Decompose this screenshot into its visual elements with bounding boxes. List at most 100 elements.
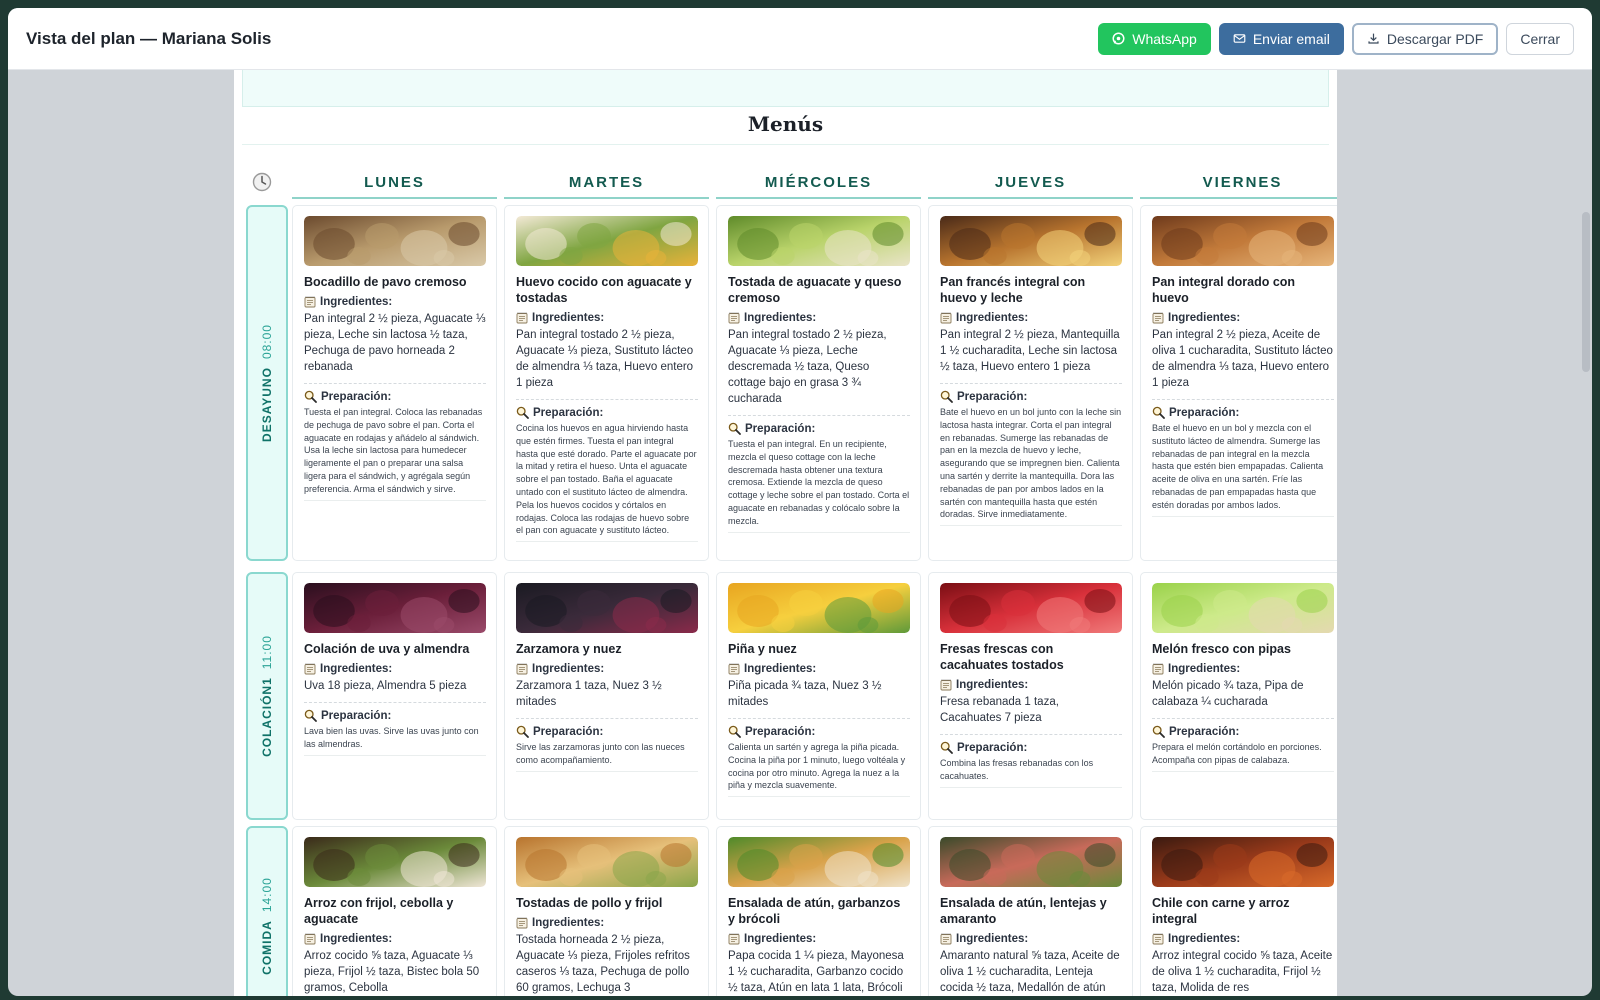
close-button[interactable]: Cerrar — [1506, 22, 1574, 55]
ingredients-text: Pan integral tostado 2 ½ pieza, Aguacate… — [516, 327, 698, 400]
download-icon — [1368, 33, 1379, 44]
ingredients-heading: Ingredientes: — [516, 312, 698, 324]
magnifier-icon — [728, 422, 741, 435]
preparation-label: Preparación: — [745, 725, 816, 738]
recipe-title: Arroz con frijol, cebolla y aguacate — [304, 896, 454, 926]
ingredients-text: Piña picada ¾ taza, Nuez 3 ½ mitades — [728, 678, 910, 719]
menu-cell: Tostada de aguacate y queso cremoso Ingre… — [716, 205, 921, 561]
ingredients-text: Fresa rebanada 1 taza, Cacahuates 7 piez… — [940, 694, 1122, 735]
ingredients-text: Arroz integral cocido ⅝ taza, Aceite de … — [1152, 948, 1334, 996]
menu-cell: Zarzamora y nuez Ingredientes: Zarzamora 1… — [504, 572, 709, 820]
previous-section-strip — [242, 70, 1329, 107]
menus-title: Menús — [747, 112, 824, 136]
meal-label-text: DESAYUNO 08:00 — [260, 324, 274, 442]
recipe-card: Tostada de aguacate y queso cremoso Ingre… — [728, 216, 910, 533]
recipe-photo — [728, 216, 910, 266]
top-bar: Vista del plan — Mariana Solis WhatsApp … — [8, 8, 1592, 70]
recipe-photo — [940, 583, 1122, 633]
whatsapp-label: WhatsApp — [1132, 30, 1197, 47]
magnifier-icon — [728, 725, 741, 738]
ingredients-label: Ingredientes: — [744, 933, 817, 945]
preparation-text: Tuesta el pan integral. En un recipiente… — [728, 438, 910, 533]
page-title: Vista del plan — Mariana Solis — [26, 28, 272, 48]
preparation-text: Tuesta el pan integral. Coloca las reban… — [304, 406, 486, 501]
preparation-text: Prepara el melón cortándolo en porciones… — [1152, 741, 1334, 772]
notepad-icon — [1152, 663, 1164, 675]
notepad-icon — [516, 917, 528, 929]
ingredients-heading: Ingredientes: — [1152, 663, 1334, 675]
notepad-icon — [516, 312, 528, 324]
ingredients-label: Ingredientes: — [956, 933, 1029, 945]
magnifier-icon — [304, 709, 317, 722]
preparation-label: Preparación: — [957, 390, 1028, 403]
whatsapp-icon — [1112, 32, 1125, 45]
title-divider — [242, 144, 1329, 145]
ingredients-text: Pan integral 2 ½ pieza, Aceite de oliva … — [1152, 327, 1334, 400]
download-pdf-button[interactable]: Descargar PDF — [1351, 22, 1499, 55]
ingredients-heading: Ingredientes: — [1152, 312, 1334, 324]
meal-name: COMIDA — [260, 920, 275, 975]
meal-time: 08:00 — [260, 324, 275, 360]
recipe-card: Colación de uva y almendra Ingredientes: U… — [304, 583, 486, 756]
recipe-title: Ensalada de atún, garbanzos y brócoli — [728, 896, 901, 926]
recipe-title: Tostada de aguacate y queso cremoso — [728, 275, 902, 305]
recipe-card: Tostadas de pollo y frijol Ingredientes: T… — [516, 837, 698, 996]
ingredients-label: Ingredientes: — [1168, 312, 1241, 324]
recipe-title: Colación de uva y almendra — [304, 642, 470, 656]
notepad-icon — [516, 663, 528, 675]
recipe-photo — [1152, 583, 1334, 633]
meal-name: COLACIÓN1 — [260, 677, 274, 757]
recipe-photo — [516, 216, 698, 266]
ingredients-heading: Ingredientes: — [304, 296, 486, 308]
meal-time: 11:00 — [260, 635, 274, 670]
notepad-icon — [728, 933, 740, 945]
recipe-photo — [728, 837, 910, 887]
preparation-heading: Preparación: — [516, 406, 698, 419]
recipe-title: Bocadillo de pavo cremoso — [304, 275, 467, 289]
recipe-title: Fresas frescas con cacahuates tostados — [940, 642, 1064, 672]
send-email-button[interactable]: Enviar email — [1218, 22, 1344, 55]
magnifier-icon — [1152, 725, 1165, 738]
menu-cell: Arroz con frijol, cebolla y aguacate Ingr… — [292, 826, 497, 996]
ingredients-heading: Ingredientes: — [728, 663, 910, 675]
notepad-icon — [940, 679, 952, 691]
preparation-label: Preparación: — [745, 422, 816, 435]
menu-cell: Pan francés integral con huevo y leche In… — [928, 205, 1133, 561]
preparation-label: Preparación: — [957, 741, 1028, 754]
ingredients-text: Tostada horneada 2 ½ pieza, Aguacate ⅓ p… — [516, 932, 698, 996]
day-header-lunes: LUNES — [292, 166, 497, 199]
magnifier-icon — [1152, 406, 1165, 419]
preparation-label: Preparación: — [533, 406, 604, 419]
ingredients-heading: Ingredientes: — [516, 917, 698, 929]
send-email-label: Enviar email — [1252, 30, 1330, 47]
ingredients-heading: Ingredientes: — [728, 312, 910, 324]
ingredients-heading: Ingredientes: — [304, 933, 486, 945]
preparation-label: Preparación: — [321, 390, 392, 403]
day-header-viernes: VIERNES — [1140, 166, 1337, 199]
recipe-card: Pan integral dorado con huevo Ingrediente… — [1152, 216, 1334, 517]
preparation-heading: Preparación: — [1152, 725, 1334, 738]
whatsapp-button[interactable]: WhatsApp — [1098, 22, 1211, 55]
clock-icon — [250, 170, 274, 194]
ingredients-text: Pan integral 2 ½ pieza, Aguacate ⅓ pieza… — [304, 311, 486, 384]
recipe-card: Zarzamora y nuez Ingredientes: Zarzamora 1… — [516, 583, 698, 772]
menu-cell: Melón fresco con pipas Ingredientes: Melón… — [1140, 572, 1337, 820]
preparation-text: Bate el huevo en un bol junto con la lec… — [940, 406, 1122, 527]
preparation-heading: Preparación: — [940, 390, 1122, 403]
ingredients-heading: Ingredientes: — [1152, 933, 1334, 945]
recipe-photo — [304, 216, 486, 266]
preparation-heading: Preparación: — [728, 422, 910, 435]
ingredients-label: Ingredientes: — [320, 296, 393, 308]
ingredients-label: Ingredientes: — [1168, 933, 1241, 945]
preparation-text: Calienta un sartén y agrega la piña pica… — [728, 741, 910, 798]
recipe-title: Pan integral dorado con huevo — [1152, 275, 1296, 305]
meal-name: DESAYUNO — [260, 367, 275, 442]
menu-cell: Pan integral dorado con huevo Ingrediente… — [1140, 205, 1337, 561]
recipe-photo — [304, 837, 486, 887]
recipe-title: Ensalada de atún, lentejas y amaranto — [940, 896, 1107, 926]
recipe-card: Huevo cocido con aguacate y tostadas Ingr… — [516, 216, 698, 543]
ingredients-label: Ingredientes: — [532, 312, 605, 324]
ingredients-label: Ingredientes: — [744, 663, 817, 675]
recipe-card: Arroz con frijol, cebolla y aguacate Ingr… — [304, 837, 486, 996]
scrollbar-thumb[interactable] — [1582, 212, 1590, 372]
